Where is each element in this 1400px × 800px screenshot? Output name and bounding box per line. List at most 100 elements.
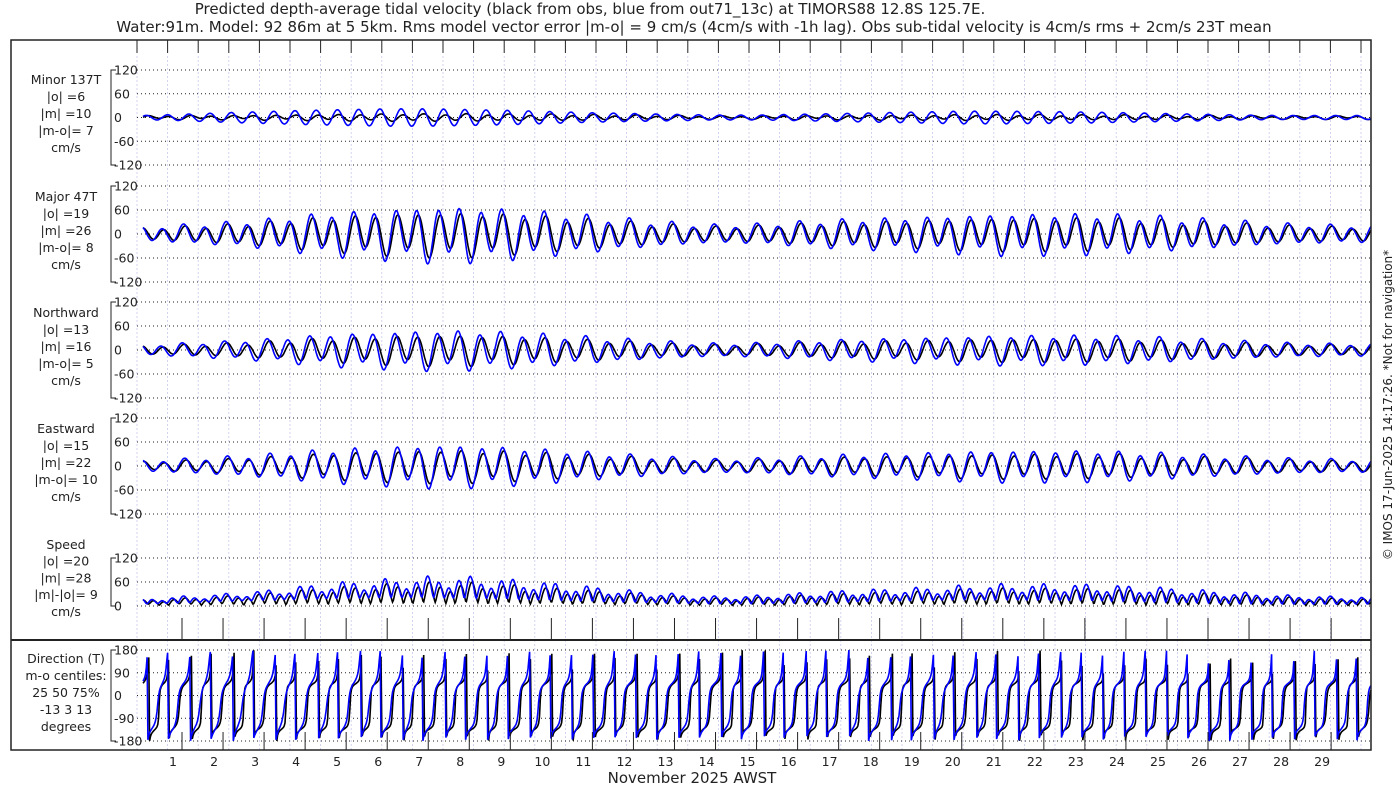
panel-label-line: |m| =22 [41, 455, 92, 470]
x-tick-label: 12 [616, 754, 632, 769]
panel-label-line: |m-o|= 5 [38, 356, 93, 371]
panel-label-line: Northward [33, 305, 99, 320]
x-tick-label: 25 [1150, 754, 1166, 769]
y-tick-label: 0 [114, 343, 122, 358]
y-tick-label: 0 [114, 110, 122, 125]
y-tick-label: 180 [114, 643, 138, 658]
y-tick-label: 60 [114, 319, 130, 334]
y-tick-label: 90 [114, 665, 130, 680]
x-tick-label: 22 [1027, 754, 1043, 769]
y-tick-label: 0 [114, 227, 122, 242]
y-tick-label: -60 [114, 367, 134, 382]
panel-label-line: |o| =19 [43, 206, 89, 221]
x-tick-label: 3 [251, 754, 259, 769]
panel-label-line: Major 47T [35, 189, 98, 204]
x-tick-label: 1 [169, 754, 177, 769]
x-tick-label: 19 [904, 754, 920, 769]
copyright-notice: © IMOS 17-Jun-2025 14:17:26. *Not for na… [1381, 250, 1395, 560]
x-tick-label: 2 [210, 754, 218, 769]
panel-east: Eastward |o| =15 |m| =22 |m-o|= 10 cm/s 120 60… [34, 411, 1372, 522]
y-tick-label: -120 [114, 391, 142, 406]
x-tick-label: 20 [945, 754, 961, 769]
y-tick-label: 120 [114, 295, 138, 310]
panel-label-line: cm/s [51, 140, 81, 155]
y-tick-label: 60 [114, 575, 130, 590]
panel-label-line: Eastward [37, 421, 95, 436]
panel-major: Major 47T |o| =19 |m| =26 |m-o|= 8 cm/s 120 60… [35, 179, 1372, 290]
x-tick-label: 11 [575, 754, 591, 769]
x-tick-label: 9 [497, 754, 505, 769]
dir-model-line [142, 650, 1372, 742]
x-tick-label: 16 [781, 754, 797, 769]
x-tick-label: 14 [699, 754, 715, 769]
panel-label-line: |m-o|= 10 [34, 472, 97, 487]
panel-label-line: |o| =6 [47, 89, 86, 104]
y-tick-label: 60 [114, 435, 130, 450]
y-tick-label: -120 [114, 275, 142, 290]
x-tick-label: 6 [374, 754, 382, 769]
y-tick-label: 0 [114, 459, 122, 474]
panel-label-line: degrees [41, 719, 91, 734]
y-tick-label: -60 [114, 251, 134, 266]
panel-label-line: Direction (T) [27, 651, 105, 666]
y-tick-label: -90 [114, 711, 134, 726]
panels: Minor 137T |o| =6 |m| =10 |m-o|= 7 cm/s 120 60… [25, 63, 1372, 749]
panel-label-line: |m-o|= 8 [38, 240, 93, 255]
east-model-line [142, 446, 1372, 490]
figure-frame [10, 39, 1372, 751]
panel-label-line: cm/s [51, 257, 81, 272]
panel-label-line: |o| =15 [43, 438, 89, 453]
y-tick-label: 60 [114, 86, 130, 101]
x-tick-label: 21 [986, 754, 1002, 769]
x-tick-label: 27 [1232, 754, 1248, 769]
x-tick-label: 7 [415, 754, 423, 769]
x-tick-label: 26 [1191, 754, 1207, 769]
x-tick-label: 13 [658, 754, 674, 769]
y-tick-label: -120 [114, 158, 142, 173]
x-tick-label: 23 [1068, 754, 1084, 769]
y-tick-label: 120 [114, 63, 138, 78]
y-tick-label: 120 [114, 179, 138, 194]
panel-label-line: |m| =28 [41, 570, 92, 585]
x-tick-label: 5 [333, 754, 341, 769]
x-tick-label: 10 [534, 754, 550, 769]
panel-label-line: cm/s [51, 489, 81, 504]
y-tick-label: -60 [114, 483, 134, 498]
panel-label-line: cm/s [51, 604, 81, 619]
y-tick-label: 120 [114, 551, 138, 566]
x-tick-label: 18 [863, 754, 879, 769]
y-tick-label: -60 [114, 134, 134, 149]
panel-label-line: |o| =13 [43, 322, 89, 337]
y-tick-label: -180 [114, 734, 142, 749]
title-line-2: Water:91m. Model: 92 86m at 5 5km. Rms m… [116, 18, 1271, 36]
panel-label-line: |m|-|o|= 9 [34, 587, 98, 602]
x-tick-label: 15 [740, 754, 756, 769]
panel-label-line: |m| =16 [41, 339, 92, 354]
panel-label-line: -13 3 13 [40, 702, 92, 717]
x-tick-label: 8 [456, 754, 464, 769]
panel-label-line: Speed [46, 537, 85, 552]
gridlines [136, 40, 1362, 750]
y-tick-label: 0 [114, 599, 122, 614]
tidal-velocity-figure: Predicted depth-average tidal velocity (… [10, 0, 1395, 787]
y-tick-label: -120 [114, 507, 142, 522]
panel-dir: Direction (T) m-o centiles: 25 50 75% -13 3… [25, 643, 1372, 749]
y-tick-label: 60 [114, 203, 130, 218]
panel-minor: Minor 137T |o| =6 |m| =10 |m-o|= 7 cm/s 120 60… [31, 63, 1372, 173]
x-tick-label: 24 [1109, 754, 1125, 769]
panel-label-line: |m-o|= 7 [38, 123, 93, 138]
x-tick-label: 29 [1314, 754, 1330, 769]
panel-label-line: cm/s [51, 373, 81, 388]
y-tick-label: 0 [114, 688, 122, 703]
title-line-1: Predicted depth-average tidal velocity (… [195, 0, 986, 19]
panel-speed: Speed |o| =20|m| =28 |m|-|o|= 9 cm/s 120 60 0 [34, 537, 1372, 619]
y-tick-label: 120 [114, 411, 138, 426]
panel-label-line: 25 50 75% [32, 685, 100, 700]
x-tick-label: 28 [1273, 754, 1289, 769]
x-tick-label: 4 [292, 754, 300, 769]
x-tick-label: 17 [822, 754, 838, 769]
panel-label-line: |m| =26 [41, 223, 92, 238]
panel-label-line: m-o centiles: [25, 668, 106, 683]
panel-label-line: |o| =20 [43, 554, 89, 569]
panel-label-line: |m| =10 [41, 106, 92, 121]
